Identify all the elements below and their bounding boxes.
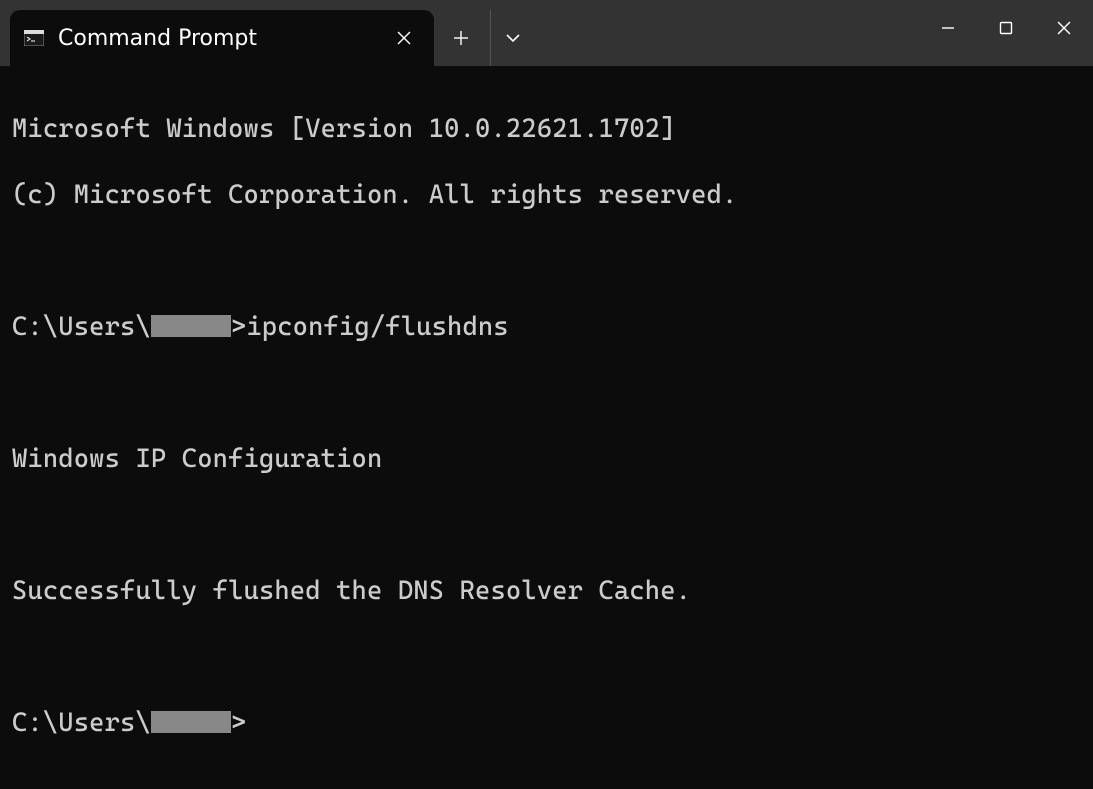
terminal-header-line: Microsoft Windows [Version 10.0.22621.17… — [12, 113, 1081, 146]
prompt-suffix: > — [231, 311, 246, 344]
maximize-button[interactable] — [977, 0, 1035, 56]
terminal-prompt-line: C:\Users\ >ipconfig/flushdns — [12, 311, 1081, 344]
tab-command-prompt[interactable]: Command Prompt — [10, 10, 434, 66]
terminal-header-line: (c) Microsoft Corporation. All rights re… — [12, 179, 1081, 212]
minimize-icon — [941, 21, 955, 35]
command-prompt-icon — [24, 30, 44, 46]
title-bar[interactable]: Command Prompt — [0, 0, 1093, 66]
terminal-output[interactable]: Microsoft Windows [Version 10.0.22621.17… — [0, 66, 1093, 789]
tab-dropdown-button[interactable] — [490, 10, 534, 66]
terminal-output-line: Successfully flushed the DNS Resolver Ca… — [12, 575, 1081, 608]
terminal-prompt-line: C:\Users\ > — [12, 707, 1081, 740]
redacted-username — [151, 315, 231, 337]
prompt-path-prefix: C:\Users\ — [12, 707, 151, 740]
window-close-button[interactable] — [1035, 0, 1093, 56]
minimize-button[interactable] — [919, 0, 977, 56]
terminal-blank-line — [12, 641, 1081, 674]
maximize-icon — [999, 21, 1013, 35]
close-tab-button[interactable] — [390, 24, 418, 52]
prompt-path-prefix: C:\Users\ — [12, 311, 151, 344]
redacted-username — [151, 711, 231, 733]
prompt-suffix: > — [231, 707, 246, 740]
chevron-down-icon — [506, 33, 520, 43]
terminal-blank-line — [12, 509, 1081, 542]
tab-title: Command Prompt — [58, 26, 390, 51]
terminal-output-line: Windows IP Configuration — [12, 443, 1081, 476]
terminal-command: ipconfig/flushdns — [246, 311, 508, 344]
close-icon — [1056, 20, 1072, 36]
new-tab-button[interactable] — [434, 10, 488, 66]
plus-icon — [453, 30, 469, 46]
terminal-blank-line — [12, 377, 1081, 410]
terminal-blank-line — [12, 245, 1081, 278]
